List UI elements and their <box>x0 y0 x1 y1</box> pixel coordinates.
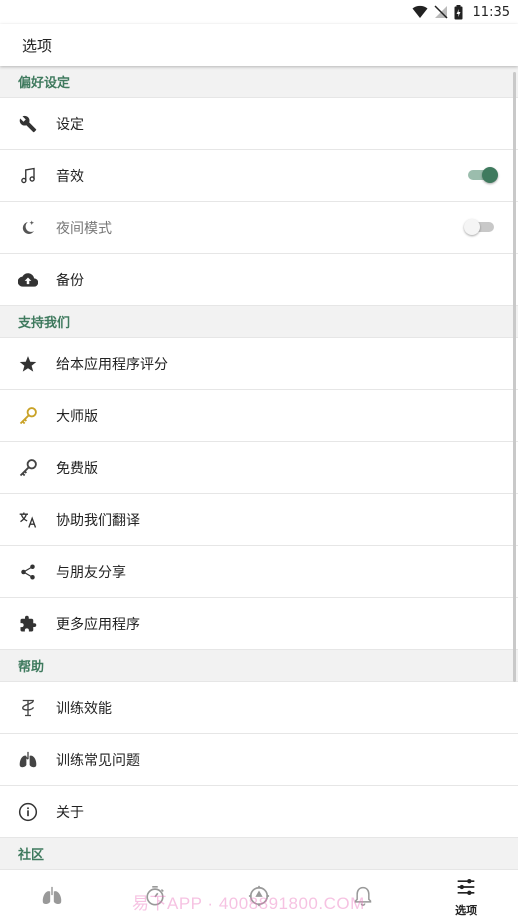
section-header-community: 社区 <box>0 838 518 870</box>
lungs-icon <box>18 750 38 770</box>
pro-version-label: 大师版 <box>56 408 98 425</box>
nav-options-label: 选项 <box>455 903 478 917</box>
about-label: 关于 <box>56 804 84 821</box>
about-item[interactable]: 关于 <box>0 786 518 838</box>
toggle-knob <box>464 219 480 235</box>
wifi-icon <box>412 5 428 19</box>
cloud-upload-icon <box>18 270 38 290</box>
nav-timer[interactable] <box>104 873 208 922</box>
caduceus-icon <box>18 698 38 718</box>
share-label: 与朋友分享 <box>56 564 126 581</box>
scrollbar[interactable] <box>513 72 516 682</box>
training-faq-label: 训练常见问题 <box>56 752 140 769</box>
night-mode-toggle[interactable] <box>464 219 494 235</box>
section-header-help: 帮助 <box>0 650 518 682</box>
music-note-icon <box>18 166 38 186</box>
status-bar: 11:35 <box>0 0 518 24</box>
status-time: 11:35 <box>472 4 510 20</box>
training-effect-label: 训练效能 <box>56 700 112 717</box>
pro-version-item[interactable]: 大师版 <box>0 390 518 442</box>
section-header-support: 支持我们 <box>0 306 518 338</box>
settings-item[interactable]: 设定 <box>0 98 518 150</box>
app-bar: 选项 <box>0 24 518 66</box>
puzzle-icon <box>18 614 38 634</box>
translate-label: 协助我们翻译 <box>56 512 140 529</box>
bell-icon <box>353 885 373 911</box>
nav-reminders[interactable] <box>311 873 415 922</box>
free-version-item[interactable]: 免费版 <box>0 442 518 494</box>
more-apps-item[interactable]: 更多应用程序 <box>0 598 518 650</box>
settings-label: 设定 <box>56 116 84 133</box>
training-faq-item[interactable]: 训练常见问题 <box>0 734 518 786</box>
info-icon <box>18 802 38 822</box>
rate-app-item[interactable]: 给本应用程序评分 <box>0 338 518 390</box>
rate-app-label: 给本应用程序评分 <box>56 356 168 373</box>
share-icon <box>18 562 38 582</box>
bottom-navigation: 选项 <box>0 873 518 922</box>
target-icon <box>248 885 270 911</box>
star-icon <box>18 354 38 374</box>
more-apps-label: 更多应用程序 <box>56 616 140 633</box>
page-title: 选项 <box>22 36 53 55</box>
night-mode-label: 夜间模式 <box>56 220 112 237</box>
nav-breathe[interactable] <box>0 873 104 922</box>
battery-icon <box>454 4 463 20</box>
sound-effects-label: 音效 <box>56 168 84 185</box>
translate-item[interactable]: 协助我们翻译 <box>0 494 518 546</box>
nav-target[interactable] <box>207 873 311 922</box>
no-signal-icon <box>434 5 448 19</box>
sliders-icon <box>456 878 476 900</box>
training-effect-item[interactable]: 训练效能 <box>0 682 518 734</box>
options-list[interactable]: 偏好设定 设定 音效 夜间模式 备份 支持我们 给本应用程序评分 大师版 免费版… <box>0 66 518 873</box>
section-header-preferences: 偏好设定 <box>0 66 518 98</box>
moon-stars-icon <box>18 218 38 238</box>
lungs-icon <box>41 886 63 910</box>
wrench-icon <box>18 114 38 134</box>
share-item[interactable]: 与朋友分享 <box>0 546 518 598</box>
night-mode-item[interactable]: 夜间模式 <box>0 202 518 254</box>
translate-icon <box>18 510 38 530</box>
sound-effects-toggle[interactable] <box>468 167 498 183</box>
toggle-knob <box>482 167 498 183</box>
sound-effects-item[interactable]: 音效 <box>0 150 518 202</box>
key-icon <box>18 458 38 478</box>
free-version-label: 免费版 <box>56 460 98 477</box>
backup-item[interactable]: 备份 <box>0 254 518 306</box>
gold-key-icon <box>18 406 38 426</box>
stopwatch-icon <box>144 885 166 911</box>
nav-options[interactable]: 选项 <box>414 873 518 922</box>
backup-label: 备份 <box>56 272 84 289</box>
